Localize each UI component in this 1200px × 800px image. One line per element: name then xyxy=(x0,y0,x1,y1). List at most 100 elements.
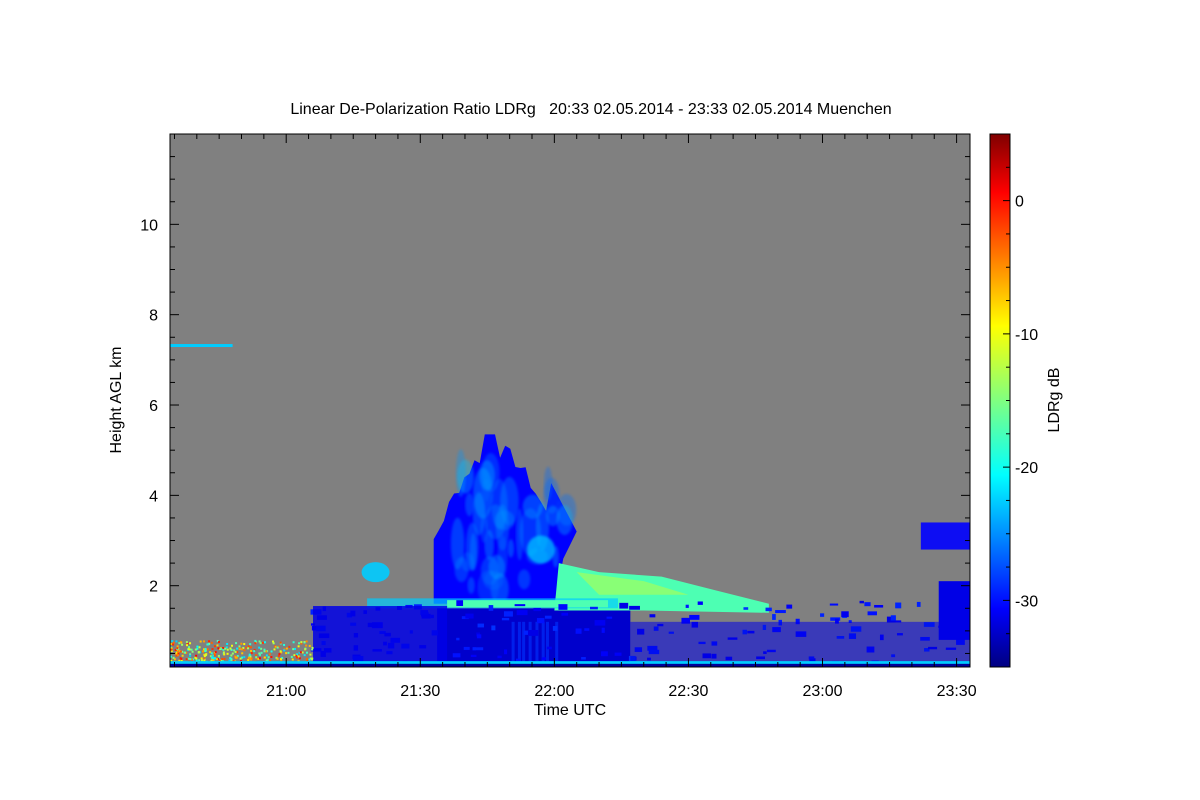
boundary-layer-speck xyxy=(279,641,282,644)
boundary-layer-speck xyxy=(277,654,280,657)
boundary-layer-speck xyxy=(176,654,179,657)
noise-speck xyxy=(472,647,484,651)
noise-speck xyxy=(590,606,598,610)
boundary-layer-speck xyxy=(214,651,217,654)
rain-streak xyxy=(541,621,545,663)
boundary-layer-speck xyxy=(263,650,266,653)
noise-speck xyxy=(516,610,528,616)
noise-speck xyxy=(558,604,568,610)
boundary-layer-speck xyxy=(195,654,198,657)
noise-speck xyxy=(895,602,902,609)
boundary-layer-speck xyxy=(185,658,188,661)
y-tick-label: 10 xyxy=(140,217,158,234)
boundary-layer-speck xyxy=(179,650,182,653)
boundary-layer-speck xyxy=(247,645,250,648)
noise-speck xyxy=(504,649,508,655)
cloud-texture xyxy=(543,466,553,501)
boundary-layer-speck xyxy=(238,647,241,650)
y-tick-label: 4 xyxy=(149,488,158,505)
boundary-layer-speck xyxy=(215,658,218,661)
boundary-layer-speck xyxy=(300,641,303,644)
boundary-layer-speck xyxy=(181,654,184,657)
boundary-layer-speck xyxy=(223,657,226,660)
boundary-layer-speck xyxy=(210,652,213,655)
boundary-layer-speck xyxy=(187,647,190,650)
boundary-layer-speck xyxy=(309,653,312,656)
boundary-layer-speck xyxy=(200,657,203,660)
boundary-layer-speck xyxy=(304,647,307,650)
boundary-layer-speck xyxy=(199,640,202,643)
boundary-layer-speck xyxy=(305,651,308,654)
boundary-layer-speck xyxy=(172,656,175,659)
boundary-layer-speck xyxy=(185,641,188,644)
cloud-texture xyxy=(517,569,531,590)
noise-speck xyxy=(841,611,849,618)
boundary-layer-speck xyxy=(259,642,262,645)
boundary-layer-speck xyxy=(305,644,308,647)
boundary-layer-speck xyxy=(293,647,296,650)
boundary-layer-speck xyxy=(190,648,193,651)
boundary-layer-speck xyxy=(194,648,197,651)
noise-speck xyxy=(456,600,464,606)
boundary-layer-speck xyxy=(198,646,201,649)
boundary-layer-speck xyxy=(297,645,300,648)
noise-speck xyxy=(584,628,590,631)
cloud-texture xyxy=(479,460,495,491)
x-tick-label: 21:00 xyxy=(266,683,306,700)
boundary-layer-speck xyxy=(296,656,299,659)
boundary-layer-speck xyxy=(189,653,192,656)
boundary-layer-speck xyxy=(283,649,286,652)
x-axis-label: Time UTC xyxy=(534,702,606,719)
boundary-layer-speck xyxy=(212,657,215,660)
boundary-layer-speck xyxy=(243,643,246,646)
boundary-layer-speck xyxy=(260,651,263,654)
boundary-layer-speck xyxy=(211,648,214,651)
boundary-layer-speck xyxy=(240,642,243,645)
boundary-layer-speck xyxy=(276,657,279,660)
boundary-layer-speck xyxy=(176,645,179,648)
noise-speck xyxy=(601,627,605,633)
colorbar-tick-label: 0 xyxy=(1015,194,1024,211)
boundary-layer-speck xyxy=(189,655,192,658)
boundary-layer-speck xyxy=(234,656,237,659)
cloud-texture xyxy=(488,554,506,580)
noise-speck xyxy=(470,654,477,657)
boundary-layer-speck xyxy=(183,651,186,654)
rain-streak xyxy=(522,621,526,663)
boundary-layer-speck xyxy=(172,643,175,646)
boundary-layer-speck xyxy=(249,657,252,660)
boundary-layer-speck xyxy=(217,647,220,650)
boundary-layer-speck xyxy=(220,647,223,650)
boundary-layer-speck xyxy=(204,647,207,650)
boundary-layer-speck xyxy=(197,651,200,654)
boundary-layer-speck xyxy=(222,651,225,654)
boundary-layer-speck xyxy=(248,653,251,656)
boundary-layer-speck xyxy=(228,659,231,662)
boundary-layer-speck xyxy=(311,648,314,651)
boundary-layer-speck xyxy=(269,659,272,662)
melting-layer xyxy=(447,600,608,608)
colorbar-label: LDRg dB xyxy=(1046,368,1063,433)
noise-speck xyxy=(488,605,494,611)
boundary-layer-speck xyxy=(311,657,314,660)
noise-speck xyxy=(594,620,606,626)
boundary-layer-speck xyxy=(189,658,192,661)
boundary-layer-speck xyxy=(285,647,288,650)
boundary-layer-speck xyxy=(213,645,216,648)
boundary-layer-speck xyxy=(258,653,261,656)
boundary-layer-speck xyxy=(267,656,270,659)
boundary-layer-speck xyxy=(249,646,252,649)
boundary-layer-speck xyxy=(290,655,293,658)
boundary-layer-speck xyxy=(247,647,250,650)
cloud-texture xyxy=(556,504,573,536)
noise-speck xyxy=(477,623,485,628)
boundary-layer-speck xyxy=(214,657,217,660)
boundary-layer-speck xyxy=(221,658,224,661)
boundary-layer-speck xyxy=(217,654,220,657)
boundary-layer-speck xyxy=(280,658,283,661)
boundary-layer-speck xyxy=(308,644,311,647)
rain-streak xyxy=(545,621,549,663)
boundary-layer-speck xyxy=(243,656,246,659)
boundary-layer-speck xyxy=(276,646,279,649)
boundary-layer-speck xyxy=(270,650,273,653)
